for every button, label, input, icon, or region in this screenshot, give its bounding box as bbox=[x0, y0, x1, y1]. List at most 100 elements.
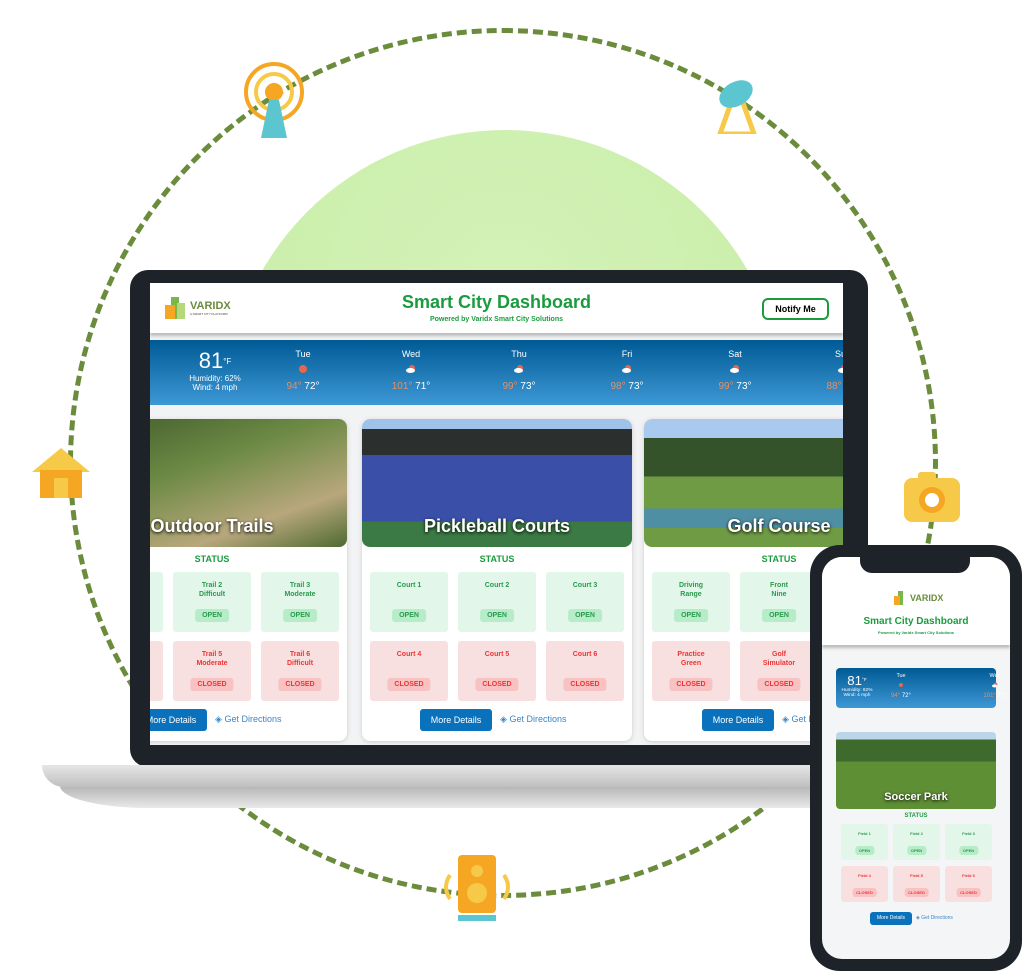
phone-logo: VARIDX bbox=[894, 590, 943, 606]
status-tile: Field 6 CLOSED bbox=[945, 866, 992, 902]
weather-bar: 81°F Humidity: 62% Wind: 4 mph Tue 94° 72° We… bbox=[150, 340, 843, 405]
tile-detail: Difficult bbox=[198, 591, 226, 598]
tile-detail: Range bbox=[680, 591, 702, 598]
high-temp: 88° bbox=[826, 381, 842, 392]
camera-icon bbox=[904, 472, 960, 522]
status-badge: CLOSED bbox=[852, 888, 877, 897]
wind: Wind: 4 mph bbox=[843, 692, 871, 698]
tile-name: Court 5 bbox=[484, 651, 510, 658]
tile-name: Court 1 bbox=[396, 582, 422, 589]
day-name: Sat bbox=[728, 349, 742, 359]
status-badge: CLOSED bbox=[475, 678, 519, 691]
status-badge: OPEN bbox=[958, 846, 979, 855]
status-badge: OPEN bbox=[283, 609, 317, 622]
phone-notch bbox=[860, 555, 970, 573]
cloudy-sun-icon bbox=[622, 364, 632, 376]
get-directions-link[interactable]: ◈ Get Directions bbox=[916, 915, 953, 921]
status-label: STATUS bbox=[194, 554, 230, 564]
forecast-day: Tue 94° 72° bbox=[278, 349, 328, 392]
status-label: STATUS bbox=[904, 813, 928, 819]
high-temp: 94° bbox=[891, 693, 901, 700]
tile-detail: Difficult bbox=[286, 660, 314, 667]
low-temp: 73° bbox=[628, 381, 644, 392]
status-badge: OPEN bbox=[906, 846, 927, 855]
status-badge: OPEN bbox=[195, 609, 229, 622]
page-subtitle: Powered by Varidx Smart City Solutions bbox=[429, 316, 564, 323]
status-label: STATUS bbox=[479, 554, 515, 564]
laptop-screen: VARIDX A SMART CITY PLATFORM Smart City D… bbox=[150, 283, 843, 745]
status-badge: OPEN bbox=[392, 609, 426, 622]
cloudy-sun-icon bbox=[406, 364, 416, 376]
status-tile: Field 4 CLOSED bbox=[841, 866, 888, 902]
status-tile: Front Nine OPEN bbox=[740, 572, 818, 632]
low-temp: 71° bbox=[997, 693, 1007, 700]
brand-name: VARIDX bbox=[910, 593, 944, 603]
day-name: Wed bbox=[989, 673, 1001, 680]
tile-detail: Nine bbox=[771, 591, 787, 598]
high-temp: 98° bbox=[610, 381, 626, 392]
directions-icon: ◈ bbox=[782, 714, 789, 724]
status-badge: OPEN bbox=[480, 609, 514, 622]
status-badge: CLOSED bbox=[757, 678, 801, 691]
tile-name: Court 6 bbox=[572, 651, 598, 658]
high-temp: 99° bbox=[502, 381, 518, 392]
low-temp: 72° bbox=[901, 693, 911, 700]
get-directions-link[interactable]: ◈ Get Directions bbox=[500, 714, 566, 725]
facility-title: Pickleball Courts bbox=[423, 516, 571, 536]
tile-name: Court 3 bbox=[572, 582, 598, 589]
facility-card: Outdoor Trails STATUS Trail 2 Difficult OPEN… bbox=[150, 419, 347, 741]
header: VARIDX A SMART CITY PLATFORM Smart City D… bbox=[150, 283, 843, 333]
more-details-button[interactable]: More Details bbox=[870, 912, 912, 925]
status-badge: OPEN bbox=[854, 846, 875, 855]
current-temp: 81 bbox=[198, 348, 224, 373]
status-badge: CLOSED bbox=[387, 678, 431, 691]
facility-photo: Pickleball Courts bbox=[362, 419, 632, 547]
sun-icon bbox=[298, 364, 308, 376]
current-weather: 81°F Humidity: 62% Wind: 4 mph bbox=[836, 673, 878, 698]
day-name: Tue bbox=[295, 349, 311, 359]
more-details-button[interactable]: More Details bbox=[150, 709, 207, 731]
tile-name: Field 3 bbox=[962, 831, 975, 836]
phone-weather: 81°F Humidity: 62% Wind: 4 mph Tue 94° 72° We… bbox=[836, 668, 1007, 708]
directions-icon: ◈ bbox=[916, 915, 920, 921]
status-tile: Driving Range OPEN bbox=[652, 572, 730, 632]
status-tile: Court 2 OPEN bbox=[458, 572, 536, 632]
facility-photo: Golf Course bbox=[644, 419, 843, 547]
forecast-day: Sat 99° 73° bbox=[710, 349, 760, 392]
status-badge: OPEN bbox=[674, 609, 708, 622]
status-badge: OPEN bbox=[762, 609, 796, 622]
cloudy-sun-icon bbox=[992, 682, 998, 690]
status-badge: CLOSED bbox=[669, 678, 713, 691]
status-tile: Trail 3 Moderate OPEN bbox=[261, 572, 339, 632]
tile-name: Court 4 bbox=[396, 651, 422, 658]
facility-title: Soccer Park bbox=[884, 791, 948, 803]
tile-name: Trail 6 bbox=[289, 651, 311, 658]
page-title: Smart City Dashboard bbox=[863, 616, 969, 627]
tile-name: Court 2 bbox=[484, 582, 510, 589]
day-name: Wed bbox=[401, 349, 421, 359]
notify-me-button[interactable]: Notify Me bbox=[762, 298, 829, 320]
laptop-base bbox=[60, 786, 910, 808]
laptop-base-top bbox=[42, 765, 930, 787]
facility-photo: Soccer Park bbox=[836, 732, 996, 809]
cloudy-sun-icon bbox=[514, 364, 524, 376]
tile-name: Field 6 bbox=[962, 873, 975, 878]
status-tile: Practice Green CLOSED bbox=[652, 641, 730, 701]
forecast-day: Thu 99° 73° bbox=[494, 349, 544, 392]
tile-name: Trail 3 bbox=[289, 582, 311, 589]
satellite-icon bbox=[712, 78, 762, 134]
more-details-button[interactable]: More Details bbox=[702, 709, 774, 731]
tile-detail: Moderate bbox=[284, 591, 316, 598]
get-directions-link[interactable]: ◈ Get Directions bbox=[215, 714, 281, 725]
cloudy-sun-icon bbox=[838, 364, 843, 376]
low-temp: 73° bbox=[520, 381, 536, 392]
more-details-button[interactable]: More Details bbox=[420, 709, 492, 731]
tile-name: Trail 5 bbox=[201, 651, 223, 658]
house-icon bbox=[32, 446, 90, 498]
day-name: Sun bbox=[834, 349, 843, 359]
high-temp: 101° bbox=[983, 693, 996, 700]
tile-name: Golf bbox=[772, 651, 786, 658]
speaker-icon bbox=[440, 855, 514, 921]
status-badge: OPEN bbox=[568, 609, 602, 622]
tile-name: Trail 2 bbox=[201, 582, 223, 589]
